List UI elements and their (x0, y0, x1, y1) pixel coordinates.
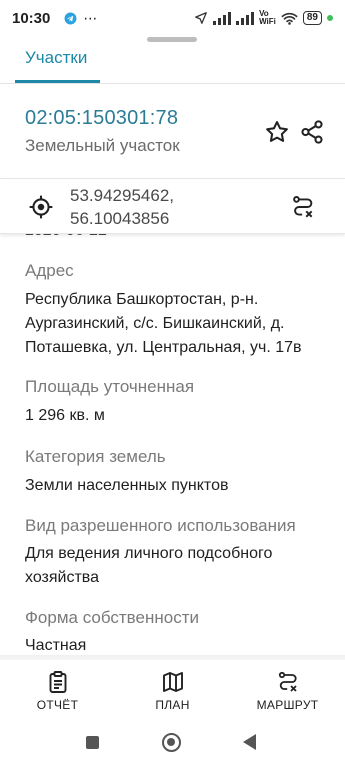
route-cancel-icon (293, 196, 313, 218)
back-button[interactable] (243, 734, 256, 750)
report-clipboard-icon (49, 671, 66, 693)
latitude-value: 53.94295462, (70, 186, 174, 205)
battery-indicator: 89 (302, 11, 322, 25)
route-icon (278, 671, 297, 692)
vowifi-indicator: Vo WiFi (259, 10, 276, 26)
share-icon (301, 120, 323, 144)
home-button[interactable] (162, 733, 181, 752)
plan-button[interactable]: ПЛАН (115, 660, 230, 720)
ownership-label: Форма собственности (25, 608, 199, 627)
parcel-type: Земельный участок (25, 136, 180, 155)
tab-divider (0, 83, 345, 84)
signal-icon-2 (236, 11, 255, 25)
permitted-use-value: Для ведения личного подсобного хозяйства (25, 545, 273, 586)
longitude-value: 56.10043856 (70, 209, 170, 228)
locate-button[interactable] (26, 192, 56, 222)
crosshair-icon (29, 195, 53, 219)
land-category-label: Категория земель (25, 447, 166, 466)
parcel-number: 02:05:150301:78 (25, 107, 179, 129)
report-label: ОТЧЁТ (36, 698, 79, 712)
area-label: Площадь уточненная (25, 377, 195, 396)
privacy-dot-icon (327, 15, 333, 21)
system-nav-bar (0, 720, 345, 767)
signal-icon-1 (213, 11, 232, 25)
home-dot-icon (167, 738, 175, 746)
location-arrow-icon (194, 11, 208, 25)
area-value: 1 296 кв. м (25, 407, 105, 424)
coordinates-bar: 53.94295462, 56.10043856 (0, 178, 345, 234)
wifi-icon (281, 12, 298, 25)
share-button[interactable] (297, 117, 327, 147)
tab-parcels[interactable]: Участки (25, 48, 87, 68)
coordinates-text[interactable]: 53.94295462, 56.10043856 (70, 184, 174, 230)
route-button[interactable]: МАРШРУТ (230, 660, 345, 720)
clear-route-button[interactable] (288, 192, 318, 222)
address-value: Республика Башкортостан, р-н. Аургазинск… (25, 291, 302, 356)
tab-bar: Участки (0, 44, 345, 84)
map-icon (162, 672, 183, 692)
more-notifications-icon: ⋯ (83, 9, 98, 26)
star-icon (266, 121, 288, 142)
address-label: Адрес (25, 261, 74, 280)
status-bar: 10:30 ⋯ Vo WiFi 89 (0, 0, 345, 36)
sheet-drag-handle[interactable] (147, 37, 197, 42)
plan-label: ПЛАН (155, 698, 190, 712)
favorite-star-button[interactable] (262, 117, 292, 147)
permitted-use-label: Вид разрешенного использования (25, 516, 296, 535)
report-button[interactable]: ОТЧЁТ (0, 660, 115, 720)
route-label: МАРШРУТ (256, 698, 319, 712)
recents-button[interactable] (86, 736, 99, 749)
telegram-icon (64, 12, 77, 25)
vowifi-bottom: WiFi (259, 17, 276, 26)
land-category-value: Земли населенных пунктов (25, 477, 229, 494)
bottom-action-bar: ОТЧЁТ ПЛАН МАРШРУТ (0, 660, 345, 720)
status-time: 10:30 (12, 9, 51, 27)
